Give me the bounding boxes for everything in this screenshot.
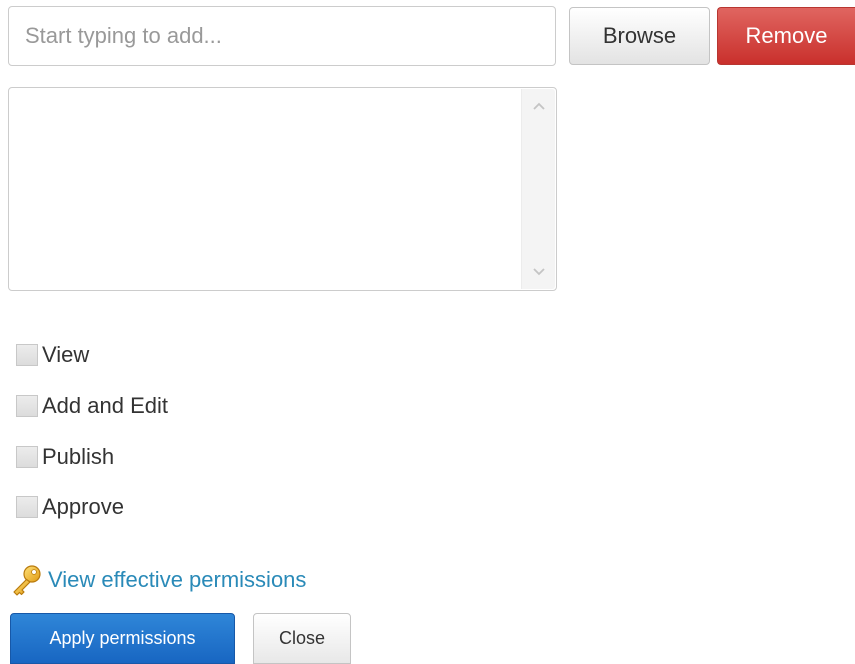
permission-add-and-edit[interactable]: Add and Edit	[16, 392, 168, 420]
permission-label: Add and Edit	[42, 393, 168, 418]
view-effective-permissions-link[interactable]: View effective permissions	[10, 563, 306, 597]
permission-view[interactable]: View	[16, 341, 89, 369]
chevron-down-icon[interactable]	[522, 257, 555, 287]
permission-publish[interactable]: Publish	[16, 443, 114, 471]
permissions-panel: Browse Remove View Add and Edit Publish	[0, 0, 855, 664]
checkbox[interactable]	[16, 395, 38, 417]
checkbox[interactable]	[16, 344, 38, 366]
key-icon	[13, 565, 41, 596]
permission-label: Publish	[42, 444, 115, 469]
permission-label: Approve	[42, 494, 124, 519]
remove-button[interactable]: Remove	[717, 7, 855, 65]
close-button[interactable]: Close	[253, 613, 351, 664]
list-scrollbar[interactable]	[521, 89, 555, 289]
permission-label: View	[42, 342, 90, 367]
search-input[interactable]	[8, 6, 556, 66]
browse-button[interactable]: Browse	[569, 7, 710, 65]
checkbox[interactable]	[16, 446, 38, 468]
apply-permissions-button[interactable]: Apply permissions	[10, 613, 235, 664]
checkbox[interactable]	[16, 496, 38, 518]
chevron-up-icon[interactable]	[522, 91, 555, 121]
selected-users-list[interactable]	[8, 87, 557, 291]
permission-approve[interactable]: Approve	[16, 493, 124, 521]
view-effective-permissions-label[interactable]: View effective permissions	[48, 567, 306, 593]
